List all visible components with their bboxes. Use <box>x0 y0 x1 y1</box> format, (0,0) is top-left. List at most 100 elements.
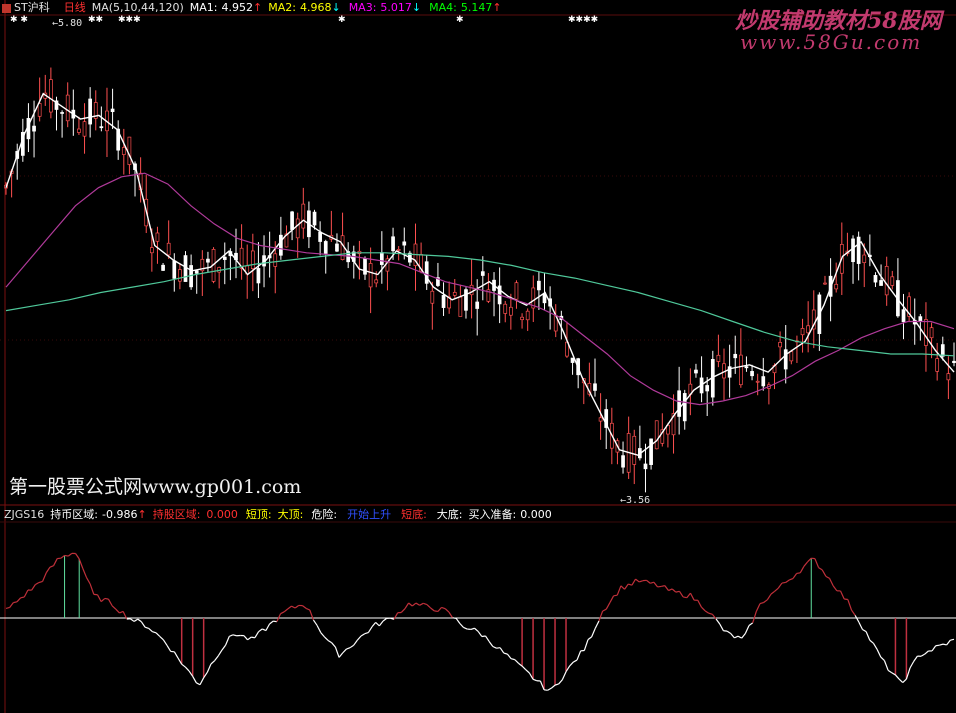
candle-body <box>222 256 227 260</box>
candle-body <box>542 293 547 304</box>
indicator-segment <box>909 661 915 669</box>
candle-body <box>862 254 867 263</box>
indicator-segment <box>364 632 369 635</box>
candle-body <box>621 455 625 468</box>
candle-body <box>273 253 278 267</box>
candle-body <box>149 247 154 254</box>
indicator-segment <box>741 633 746 639</box>
indicator-segment <box>752 611 757 624</box>
candle-body <box>161 264 165 271</box>
signal-stars: ✱ <box>456 15 464 25</box>
indicator-segment <box>872 642 878 650</box>
candle-body <box>744 366 749 369</box>
candle-body <box>206 258 210 263</box>
candle-body <box>172 260 177 279</box>
candle-body <box>525 310 530 321</box>
stock-chart-window: ST沪科 日线 MA(5,10,44,120) MA1: 4.952 ↑ MA2… <box>0 0 956 713</box>
indicator-segment <box>869 639 874 644</box>
indicator-segment <box>280 611 285 615</box>
candle-body <box>88 98 92 125</box>
indicator-segment <box>23 589 29 598</box>
indicator-segment <box>605 602 611 610</box>
indicator-segment <box>946 639 951 646</box>
indicator-segment <box>521 665 527 671</box>
indicator-segment <box>939 643 944 646</box>
indicator-segment <box>569 661 574 667</box>
indicator-segment <box>349 644 355 649</box>
indicator-segment <box>744 625 750 634</box>
ma1-value: 4.952 <box>221 1 254 14</box>
indicator-segment <box>470 627 475 630</box>
candle-body <box>834 283 839 290</box>
ma2-value: 4.968 <box>299 1 332 14</box>
indicator-segment <box>789 577 794 581</box>
indicator-segment <box>265 623 271 631</box>
low-price-label: ←3.56 <box>620 495 651 506</box>
watermark-url: www.58Gu.com <box>740 30 923 54</box>
indicator-segment <box>785 579 790 583</box>
candle-body <box>475 301 480 309</box>
indicator-segment <box>898 678 904 684</box>
hold-stock-value: 0.000 <box>206 508 238 521</box>
indicator-segment <box>730 633 735 639</box>
candle-body <box>178 269 182 282</box>
candle-body <box>520 316 524 321</box>
indicator-segment <box>510 658 515 661</box>
indicator-segment <box>49 565 54 568</box>
indicator-segment <box>75 553 80 560</box>
candle-body <box>654 420 659 450</box>
indicator-segment <box>173 651 179 659</box>
indicator-segment <box>737 635 742 639</box>
indicator-segment <box>338 652 344 658</box>
candle-body <box>643 463 648 470</box>
indicator-segment <box>807 557 812 563</box>
indicator-segment <box>894 674 900 680</box>
indicator-chart[interactable] <box>0 523 956 713</box>
indicator-segment <box>514 659 519 664</box>
indicator-segment <box>64 554 69 557</box>
window-menu-icon[interactable] <box>2 3 11 13</box>
indicator-segment <box>913 655 918 662</box>
indicator-segment <box>360 633 366 637</box>
candle-body <box>929 327 934 339</box>
candle-body <box>295 218 300 239</box>
indicator-segment <box>247 636 252 641</box>
indicator-segment <box>455 618 461 624</box>
indicator-segment <box>309 609 315 621</box>
indicator-segment <box>759 601 764 605</box>
indicator-segment <box>96 594 102 602</box>
indicator-segment <box>320 632 325 638</box>
indicator-segment <box>689 592 695 601</box>
indicator-segment <box>503 652 508 655</box>
candle-body <box>537 280 541 291</box>
indicator-segment <box>704 610 710 614</box>
indicator-segment <box>639 580 644 583</box>
candle-body <box>323 241 328 254</box>
hold-stock-label: 持股区域: <box>152 508 201 521</box>
indicator-segment <box>155 632 161 637</box>
big-top-label: 大顶: <box>277 508 304 521</box>
indicator-segment <box>668 588 673 592</box>
indicator-segment <box>755 603 761 612</box>
candle-body <box>940 344 945 357</box>
candle-body <box>570 357 575 363</box>
indicator-segment <box>935 644 940 647</box>
candle-body <box>823 282 827 285</box>
indicator-segment <box>661 585 665 588</box>
indicator-segment <box>865 631 871 641</box>
indicator-segment <box>678 590 684 598</box>
rising-start-label: 开始上升 <box>347 508 392 521</box>
indicator-segment <box>38 580 43 584</box>
indicator-name[interactable]: ZJGS16 <box>4 508 44 522</box>
indicator-segment <box>854 615 860 623</box>
indicator-segment <box>130 618 135 622</box>
indicator-segment <box>829 578 834 587</box>
indicator-segment <box>107 598 113 607</box>
indicator-segment <box>748 622 754 626</box>
indicator-segment <box>825 575 830 579</box>
period-label[interactable]: 日线 <box>64 1 86 15</box>
indicator-segment <box>598 610 604 622</box>
indicator-segment <box>269 620 274 625</box>
hold-cash-label: 持币区域: <box>50 508 99 521</box>
price-chart[interactable] <box>0 15 956 505</box>
